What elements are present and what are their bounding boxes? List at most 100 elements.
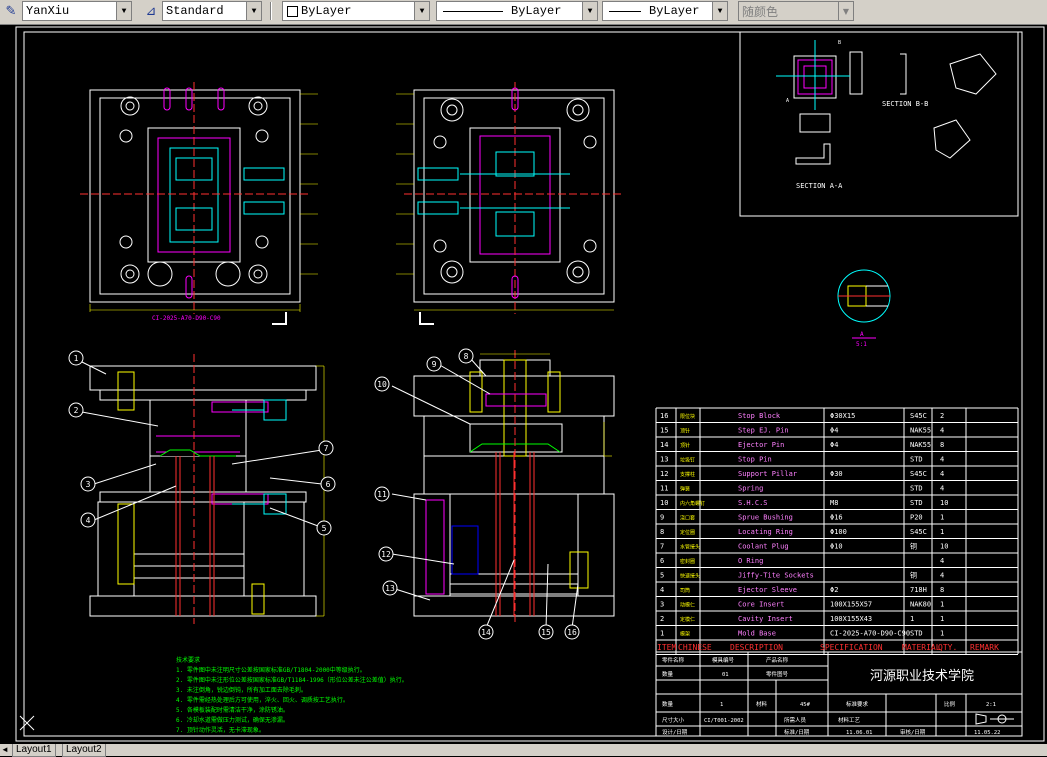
layer-color-value: ByLayer — [301, 4, 352, 18]
table-cell: 铜 — [910, 542, 917, 551]
chevron-down-icon[interactable]: ▼ — [582, 2, 597, 20]
text-style-icon[interactable]: ✎ — [2, 2, 20, 20]
table-header-cell: QTY. — [938, 643, 957, 652]
projection-symbol — [975, 713, 1014, 725]
table-cell: Support Pillar — [738, 470, 797, 478]
section-view-left — [89, 354, 325, 624]
tb-cell: 零件图号 — [766, 670, 789, 678]
chevron-down-icon[interactable]: ▼ — [712, 2, 727, 20]
lineweight-dropdown[interactable]: ByLayer ▼ — [602, 1, 728, 21]
callout-number: 5 — [322, 524, 327, 533]
table-cell: STD — [910, 499, 923, 507]
table-cell: Mold Base — [738, 630, 776, 638]
mold-base-label: CI-2025-A70-D90-C90 — [152, 315, 221, 322]
chevron-down-icon[interactable]: ▼ — [116, 2, 131, 20]
plot-style-dropdown[interactable]: 随颜色 ▼ — [738, 1, 854, 21]
section-bb-label: SECTION B-B — [882, 100, 928, 108]
tb-cell: 11.05.22 — [974, 730, 1001, 736]
table-cell: 2 — [940, 412, 944, 420]
table-cell: 顶针 — [680, 428, 690, 435]
tb-cell: 设计/日期 — [662, 728, 688, 736]
tab-layout1[interactable]: Layout1 — [12, 744, 56, 757]
color-swatch-icon — [287, 5, 298, 17]
table-cell: Φ30X15 — [830, 412, 855, 420]
callout-number: 7 — [324, 444, 329, 453]
dim-style-dropdown[interactable]: Standard ▼ — [162, 1, 262, 21]
table-cell: 司筒 — [680, 587, 690, 594]
callout-number: 1 — [74, 354, 79, 363]
section-viewport: A B SECTION B-B SECTION A-A — [739, 31, 1019, 217]
table-cell: 模架 — [680, 631, 690, 638]
tb-cell: 01 — [722, 672, 729, 678]
tb-cell: 材料工艺 — [838, 716, 861, 724]
table-cell: 1 — [910, 615, 914, 623]
bill-of-materials: 16 限位块 Stop Block Φ30X15 S45C 215 顶针 Step EJ. P… — [655, 407, 1019, 655]
tb-cell: 尺寸大小 — [662, 716, 685, 724]
tab-nav-left-icon[interactable]: ◄ — [0, 744, 10, 756]
dim-style-value: Standard — [166, 4, 224, 18]
table-cell: NAK55 — [910, 441, 931, 449]
table-cell: 垃圾钉 — [680, 457, 695, 464]
table-cell: 4 — [940, 427, 944, 435]
table-cell: O Ring — [738, 557, 763, 565]
note-line: 4. 零件需经热处理后方可使用，淬火、回火、调质按工艺执行。 — [176, 696, 349, 704]
table-cell: 4 — [940, 557, 944, 565]
linetype-dropdown[interactable]: ByLayer ▼ — [436, 1, 598, 21]
table-cell: 6 — [660, 557, 664, 565]
detail-scale: 5:1 — [856, 341, 867, 348]
callout-number: 9 — [432, 360, 437, 369]
text-style-value: YanXiu — [26, 4, 70, 18]
callout-number: 11 — [377, 490, 387, 499]
table-cell: 1 — [940, 514, 944, 522]
notes-title: 技术要求 — [176, 656, 200, 664]
table-cell: Φ16 — [830, 514, 843, 522]
chevron-down-icon[interactable]: ▼ — [414, 2, 429, 20]
callout-number: 8 — [464, 352, 469, 361]
properties-toolbar: ✎ YanXiu ▼ ⊿ Standard ▼ ByLayer ▼ ByLaye… — [0, 0, 1047, 25]
table-cell: 顶针 — [680, 442, 690, 449]
table-cell: 水管接头 — [680, 544, 700, 551]
table-cell: 弹簧 — [680, 486, 690, 493]
table-cell: 浇口套 — [680, 515, 695, 522]
table-cell: STD — [910, 456, 923, 464]
table-cell: 7 — [660, 543, 664, 551]
layout-tab-bar: ◄ Layout1 Layout2 — [0, 744, 1047, 757]
table-cell: S45C — [910, 528, 927, 536]
table-cell: 内六角螺钉 — [680, 500, 705, 507]
section-aa-label: SECTION A-A — [796, 182, 843, 190]
table-cell: NAK80 — [910, 601, 931, 609]
layer-color-dropdown[interactable]: ByLayer ▼ — [282, 1, 430, 21]
tb-cell: 45# — [800, 702, 811, 708]
table-cell: 铜 — [910, 571, 917, 580]
chevron-down-icon[interactable]: ▼ — [838, 2, 853, 20]
table-cell: Φ4 — [830, 427, 838, 435]
school-name: 河源职业技术学院 — [870, 668, 974, 684]
detail-view: A 5:1 — [837, 269, 891, 348]
tab-layout2[interactable]: Layout2 — [62, 744, 106, 757]
dim-style-icon[interactable]: ⊿ — [142, 2, 160, 20]
table-cell: P20 — [910, 514, 923, 522]
table-cell: 100X155X57 — [830, 601, 872, 609]
note-line: 3. 未注倒角，锐边倒钝，所有加工面去除毛刺。 — [176, 686, 307, 694]
callout-number: 3 — [86, 480, 91, 489]
tb-cell: 模具编号 — [712, 656, 735, 664]
tb-cell: 产品名称 — [766, 656, 789, 664]
plan-view-cavity — [396, 82, 624, 325]
drawing-canvas[interactable]: CI-2025-A70-D90-C90 A B SECTION B-B SECT… — [0, 24, 1047, 744]
table-cell: S45C — [910, 412, 927, 420]
section-mark-a: A — [786, 98, 789, 104]
tb-cell: 数量 — [662, 670, 674, 678]
chevron-down-icon[interactable]: ▼ — [246, 2, 261, 20]
table-cell: Stop Block — [738, 412, 781, 420]
table-header-cell: ITEM — [657, 643, 676, 652]
table-cell: Step EJ. Pin — [738, 427, 789, 435]
text-style-dropdown[interactable]: YanXiu ▼ — [22, 1, 132, 21]
lineweight-value: ByLayer — [649, 4, 700, 18]
table-cell: Coolant Plug — [738, 543, 789, 551]
table-cell: Core Insert — [738, 601, 784, 609]
table-cell: Φ10 — [830, 543, 843, 551]
table-cell: 2 — [660, 615, 664, 623]
plan-view-core: CI-2025-A70-D90-C90 — [80, 82, 318, 325]
callout-number: 10 — [377, 380, 387, 389]
tb-cell: 数量 — [662, 700, 674, 708]
